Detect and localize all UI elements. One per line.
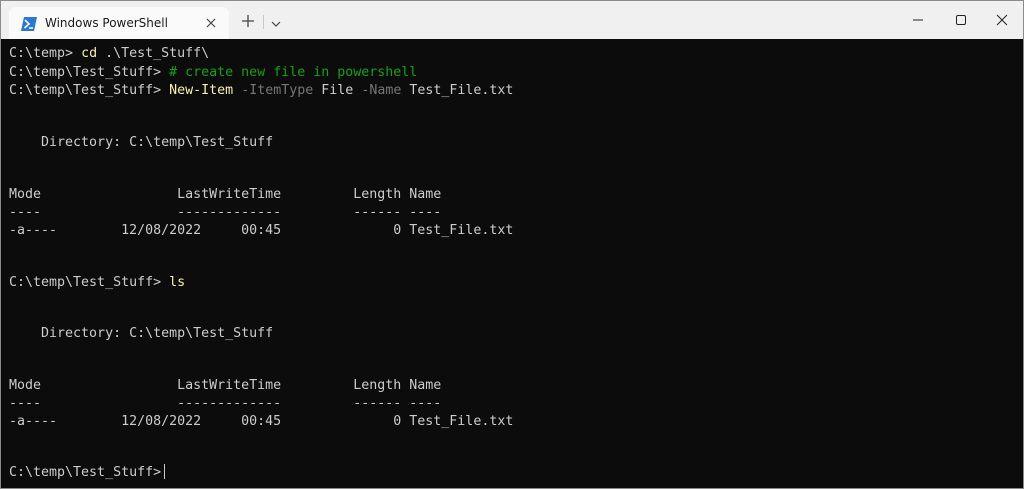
- parameter-text: -ItemType: [241, 83, 314, 98]
- title-bar: Windows PowerShell: [1, 1, 1023, 39]
- powershell-icon: [21, 16, 37, 31]
- comment-text: # create new file in powershell: [169, 65, 418, 80]
- chevron-down-icon[interactable]: [269, 15, 283, 27]
- table-row: -a---- 12/08/2022 00:45 0 Test_File.txt: [9, 223, 514, 238]
- terminal-line: C:\temp\Test_Stuff>: [9, 464, 166, 481]
- terminal-line: C:\temp> cd .\Test_Stuff\: [9, 46, 210, 61]
- table-row: -a---- 12/08/2022 00:45 0 Test_File.txt: [9, 414, 514, 429]
- text-cursor: [164, 464, 166, 479]
- tab-powershell[interactable]: Windows PowerShell: [9, 7, 229, 39]
- table-header: Mode LastWriteTime Length Name: [9, 378, 442, 393]
- directory-line: Directory: C:\temp\Test_Stuff: [9, 135, 274, 150]
- terminal-line: C:\temp\Test_Stuff> ls: [9, 275, 186, 290]
- directory-line: Directory: C:\temp\Test_Stuff: [9, 326, 274, 341]
- command-text: New-Item: [169, 83, 234, 98]
- minimize-icon[interactable]: [895, 1, 941, 39]
- maximize-icon[interactable]: [938, 1, 984, 39]
- terminal-line: C:\temp\Test_Stuff> New-Item -ItemType F…: [9, 83, 514, 98]
- parameter-text: -Name: [361, 83, 402, 98]
- tab-separator: [263, 15, 264, 29]
- command-text: cd: [81, 46, 98, 61]
- plus-icon[interactable]: [239, 12, 257, 30]
- tab-title: Windows PowerShell: [45, 16, 168, 30]
- table-divider: ---- ------------- ------ ----: [9, 205, 442, 220]
- close-icon[interactable]: [203, 15, 219, 31]
- command-text: ls: [169, 275, 186, 290]
- terminal-output[interactable]: C:\temp> cd .\Test_Stuff\ C:\temp\Test_S…: [1, 39, 1023, 488]
- close-icon[interactable]: [979, 1, 1023, 39]
- table-divider: ---- ------------- ------ ----: [9, 396, 442, 411]
- table-header: Mode LastWriteTime Length Name: [9, 187, 442, 202]
- terminal-window: Windows PowerShell C:\temp> cd .\Test_St…: [0, 0, 1024, 489]
- terminal-line: C:\temp\Test_Stuff> # create new file in…: [9, 65, 418, 80]
